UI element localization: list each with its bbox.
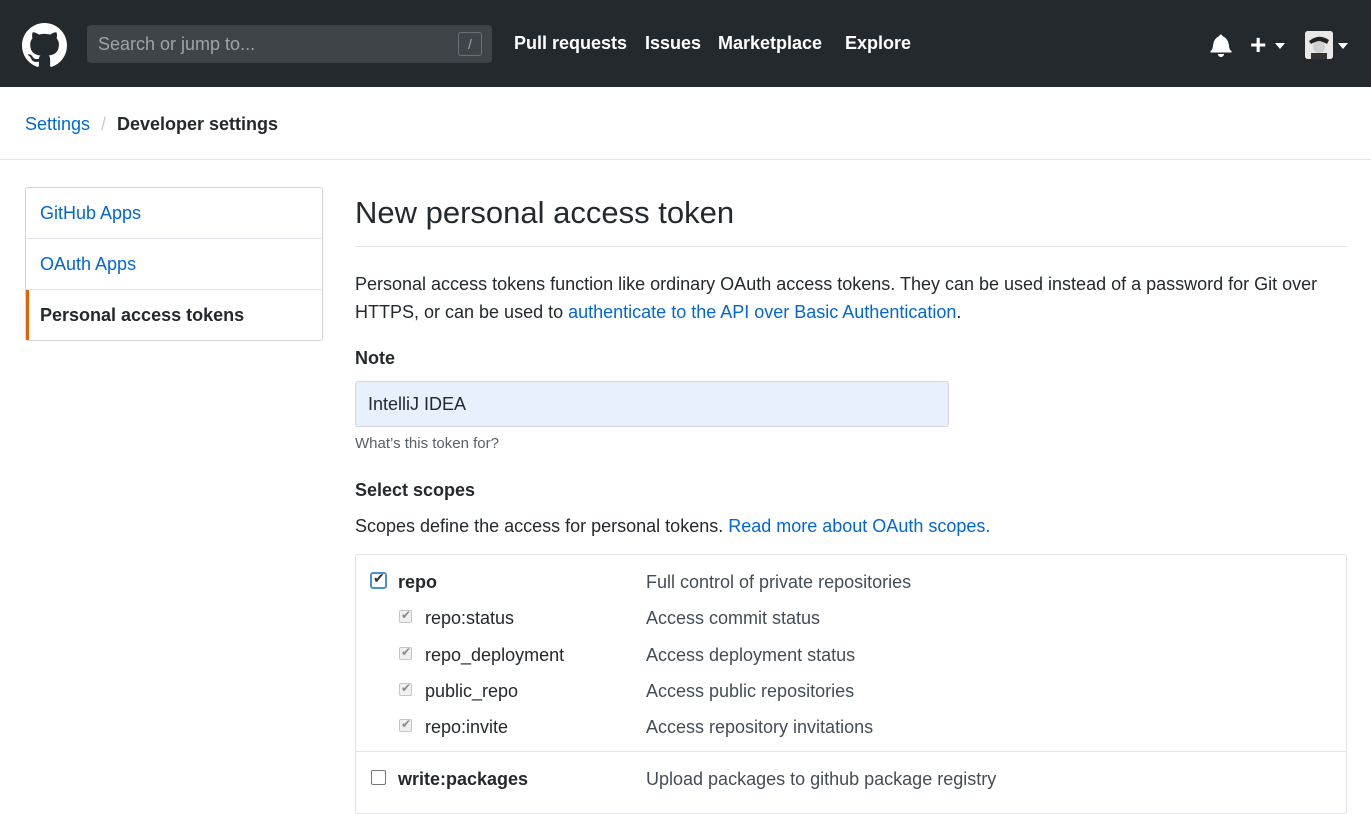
nav-explore[interactable]: Explore: [845, 33, 911, 54]
scope-name: repo:status: [425, 608, 515, 628]
sidebar-item-oauth-apps[interactable]: OAuth Apps: [26, 239, 322, 290]
scope-checkbox-repo-invite[interactable]: ✔: [399, 717, 412, 732]
checkmark-icon: ✔: [401, 608, 412, 622]
checkmark-icon: ✔: [373, 570, 385, 586]
nav-pull-requests[interactable]: Pull requests: [514, 33, 627, 54]
scope-checkbox-repo-status[interactable]: ✔: [399, 608, 412, 623]
note-input[interactable]: IntelliJ IDEA: [355, 381, 949, 427]
scope-description: Upload packages to github package regist…: [646, 769, 997, 789]
nav-marketplace[interactable]: Marketplace: [718, 33, 822, 54]
settings-sidebar: GitHub Apps OAuth Apps Personal access t…: [25, 187, 323, 341]
title-divider: [355, 246, 1347, 247]
oauth-scopes-link[interactable]: Read more about OAuth scopes.: [728, 516, 990, 536]
avatar-image: [1305, 31, 1333, 59]
scope-checkbox-public-repo[interactable]: ✔: [399, 681, 412, 696]
scope-checkbox-repo-deployment[interactable]: ✔: [399, 645, 412, 660]
note-label: Note: [355, 348, 395, 368]
scope-name: repo_deployment: [425, 645, 565, 665]
scope-name: repo: [398, 572, 438, 592]
search-shortcut-key: /: [458, 32, 482, 56]
scope-checkbox-write-packages[interactable]: [371, 770, 386, 785]
breadcrumb-settings-link[interactable]: Settings: [25, 114, 90, 135]
nav-issues[interactable]: Issues: [645, 33, 701, 54]
checkmark-icon: ✔: [401, 645, 412, 659]
create-new-icon[interactable]: +: [1250, 31, 1266, 59]
scope-description: Full control of private repositories: [646, 572, 912, 592]
breadcrumb: Settings / Developer settings: [0, 87, 1371, 160]
scope-row-write-packages: write:packages Upload packages to github…: [356, 761, 1346, 797]
page-title: New personal access token: [355, 195, 735, 230]
breadcrumb-separator: /: [101, 114, 107, 134]
scope-description: Access public repositories: [646, 681, 855, 701]
scope-row-repo-invite: ✔ repo:invite Access repository invitati…: [356, 709, 1346, 745]
note-help-text: What’s this token for?: [355, 435, 499, 452]
scopes-desc-text: Scopes define the access for personal to…: [355, 516, 729, 536]
scope-name: public_repo: [425, 681, 519, 701]
basic-auth-link[interactable]: authenticate to the API over Basic Authe…: [568, 302, 956, 322]
checkmark-icon: ✔: [401, 681, 412, 695]
chevron-down-icon[interactable]: [1338, 43, 1348, 49]
scope-row-repo: ✔ repo Full control of private repositor…: [356, 564, 1346, 600]
intro-end: .: [956, 302, 962, 322]
breadcrumb-current: Developer settings: [117, 114, 279, 134]
scope-divider: [356, 751, 1346, 752]
scope-name: repo:invite: [425, 717, 509, 737]
scope-description: Access deployment status: [646, 645, 856, 665]
checkmark-icon: ✔: [401, 717, 412, 731]
chevron-down-icon[interactable]: [1275, 43, 1285, 49]
top-navbar: Search or jump to... / Pull requests Iss…: [0, 0, 1371, 87]
search-placeholder: Search or jump to...: [98, 34, 256, 54]
select-scopes-heading: Select scopes: [355, 480, 476, 500]
search-input[interactable]: Search or jump to... /: [87, 25, 492, 63]
scopes-list: ✔ repo Full control of private repositor…: [355, 554, 1347, 814]
avatar[interactable]: [1305, 31, 1333, 59]
github-logo-icon[interactable]: [22, 23, 67, 68]
bell-icon[interactable]: [1210, 33, 1232, 57]
scopes-description: Scopes define the access for personal to…: [355, 516, 990, 537]
sidebar-item-github-apps[interactable]: GitHub Apps: [26, 188, 322, 239]
scope-name: write:packages: [398, 769, 529, 789]
scope-checkbox-repo[interactable]: ✔: [371, 570, 386, 588]
scope-row-repo-status: ✔ repo:status Access commit status: [356, 600, 1346, 636]
sidebar-item-personal-access-tokens[interactable]: Personal access tokens: [26, 290, 322, 340]
intro-text: Personal access tokens function like ord…: [355, 270, 1355, 326]
scope-row-repo-deployment: ✔ repo_deployment Access deployment stat…: [356, 637, 1346, 673]
scope-description: Access repository invitations: [646, 717, 874, 737]
scope-row-public-repo: ✔ public_repo Access public repositories: [356, 673, 1346, 709]
scope-description: Access commit status: [646, 608, 821, 628]
